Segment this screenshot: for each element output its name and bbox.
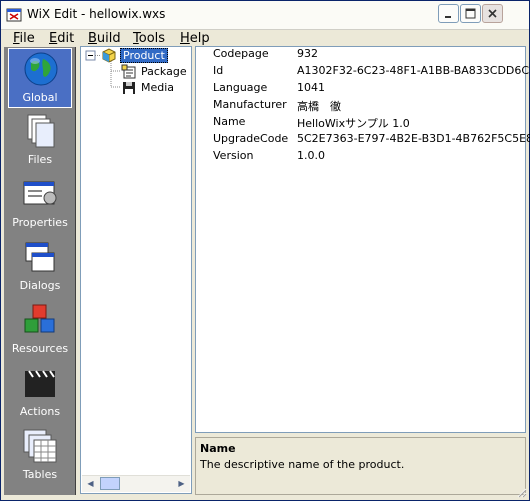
- toolbar-dialogs-label: Dialogs: [19, 279, 61, 292]
- globe-icon: [24, 52, 58, 86]
- toolbar-files-label: Files: [27, 153, 53, 166]
- property-value[interactable]: 1.0.0: [297, 149, 325, 162]
- main-window: WiX Edit - hellowix.wxs File Edit Build …: [0, 0, 530, 501]
- property-key: UpgradeCode: [213, 132, 289, 145]
- properties-icon: [23, 181, 57, 205]
- dialogs-icon: [25, 242, 55, 272]
- description-title: Name: [200, 442, 236, 455]
- property-row[interactable]: Name HelloWixサンプル 1.0: [196, 115, 525, 132]
- property-key: Codepage: [213, 47, 269, 60]
- property-key: Manufacturer: [213, 98, 287, 111]
- minimize-button[interactable]: [438, 4, 459, 23]
- toolbar-tables-button[interactable]: Tables: [8, 426, 72, 486]
- tree-horizontal-scrollbar[interactable]: ◀ ▶: [82, 475, 190, 492]
- package-icon: [121, 64, 136, 79]
- property-row[interactable]: UpgradeCode 5C2E7363-E797-4B2E-B3D1-4B76…: [196, 132, 530, 149]
- property-value[interactable]: 1041: [297, 81, 325, 94]
- toolbar-global-label: Global: [22, 91, 58, 104]
- menu-tools[interactable]: Tools: [133, 31, 165, 46]
- menu-bar: File Edit Build Tools Help: [1, 30, 529, 46]
- property-value[interactable]: A1302F32-6C23-48F1-A1BB-BA833CDD6C38: [297, 64, 530, 77]
- scroll-left-icon[interactable]: ◀: [83, 477, 98, 491]
- editor-toolbar: Global Files Properties Dialogs Resource…: [4, 47, 76, 495]
- close-icon: [488, 9, 497, 18]
- toolbar-dialogs-button[interactable]: Dialogs: [8, 237, 72, 297]
- maximize-button[interactable]: [460, 4, 481, 23]
- property-row[interactable]: Id A1302F32-6C23-48F1-A1BB-BA833CDD6C38: [196, 64, 530, 81]
- property-key: Version: [213, 149, 254, 162]
- description-text: The descriptive name of the product.: [200, 458, 405, 471]
- title-bar[interactable]: WiX Edit - hellowix.wxs: [1, 1, 529, 30]
- property-value[interactable]: 932: [297, 47, 318, 60]
- scroll-right-icon[interactable]: ▶: [174, 477, 189, 491]
- toolbar-actions-button[interactable]: Actions: [8, 363, 72, 423]
- toolbar-actions-label: Actions: [19, 405, 61, 418]
- clapperboard-icon: [25, 370, 55, 397]
- property-row[interactable]: Language 1041: [196, 81, 525, 98]
- resources-icon: [24, 304, 55, 333]
- toolbar-files-button[interactable]: Files: [8, 111, 72, 171]
- toolbar-tables-label: Tables: [22, 468, 58, 481]
- toolbar-resources-button[interactable]: Resources: [8, 300, 72, 360]
- wix-app-icon: [6, 8, 22, 22]
- property-value[interactable]: HelloWixサンプル 1.0: [297, 115, 410, 131]
- toolbar-global-button[interactable]: Global: [8, 48, 72, 108]
- tree-node-media-label: Media: [141, 81, 175, 94]
- window-title: WiX Edit - hellowix.wxs: [27, 7, 166, 21]
- toolbar-properties-label: Properties: [12, 216, 68, 229]
- description-panel: Name The descriptive name of the product…: [195, 437, 526, 495]
- menu-build[interactable]: Build: [88, 31, 121, 46]
- property-key: Id: [213, 64, 224, 77]
- toolbar-resources-label: Resources: [11, 342, 69, 355]
- close-button[interactable]: [482, 4, 503, 23]
- tree-node-product-label: Product: [120, 48, 168, 63]
- tree-view[interactable]: Product Package Media ◀ ▶: [80, 46, 192, 494]
- property-value[interactable]: 高橋 徹: [297, 98, 341, 114]
- floppy-disk-icon: [123, 82, 135, 94]
- property-key: Language: [213, 81, 268, 94]
- resize-grip-icon[interactable]: [515, 486, 527, 498]
- minimize-icon: [445, 16, 451, 18]
- scrollbar-thumb[interactable]: [100, 477, 120, 490]
- product-box-icon: [102, 48, 116, 63]
- toolbar-properties-button[interactable]: Properties: [8, 174, 72, 234]
- property-value[interactable]: 5C2E7363-E797-4B2E-B3D1-4B762F5C5E8E: [297, 132, 530, 145]
- property-key: Name: [213, 115, 246, 128]
- maximize-icon: [465, 8, 476, 19]
- menu-help[interactable]: Help: [180, 31, 210, 46]
- files-icon: [27, 114, 55, 148]
- property-row[interactable]: Manufacturer 高橋 徹: [196, 98, 525, 115]
- property-row[interactable]: Codepage 932: [196, 47, 525, 64]
- menu-edit[interactable]: Edit: [49, 31, 74, 46]
- property-grid[interactable]: Codepage 932 Id A1302F32-6C23-48F1-A1BB-…: [195, 46, 530, 433]
- property-row[interactable]: Version 1.0.0: [196, 149, 525, 166]
- menu-file[interactable]: File: [13, 31, 35, 46]
- tree-node-package-label: Package: [141, 65, 187, 78]
- tables-icon: [23, 429, 57, 463]
